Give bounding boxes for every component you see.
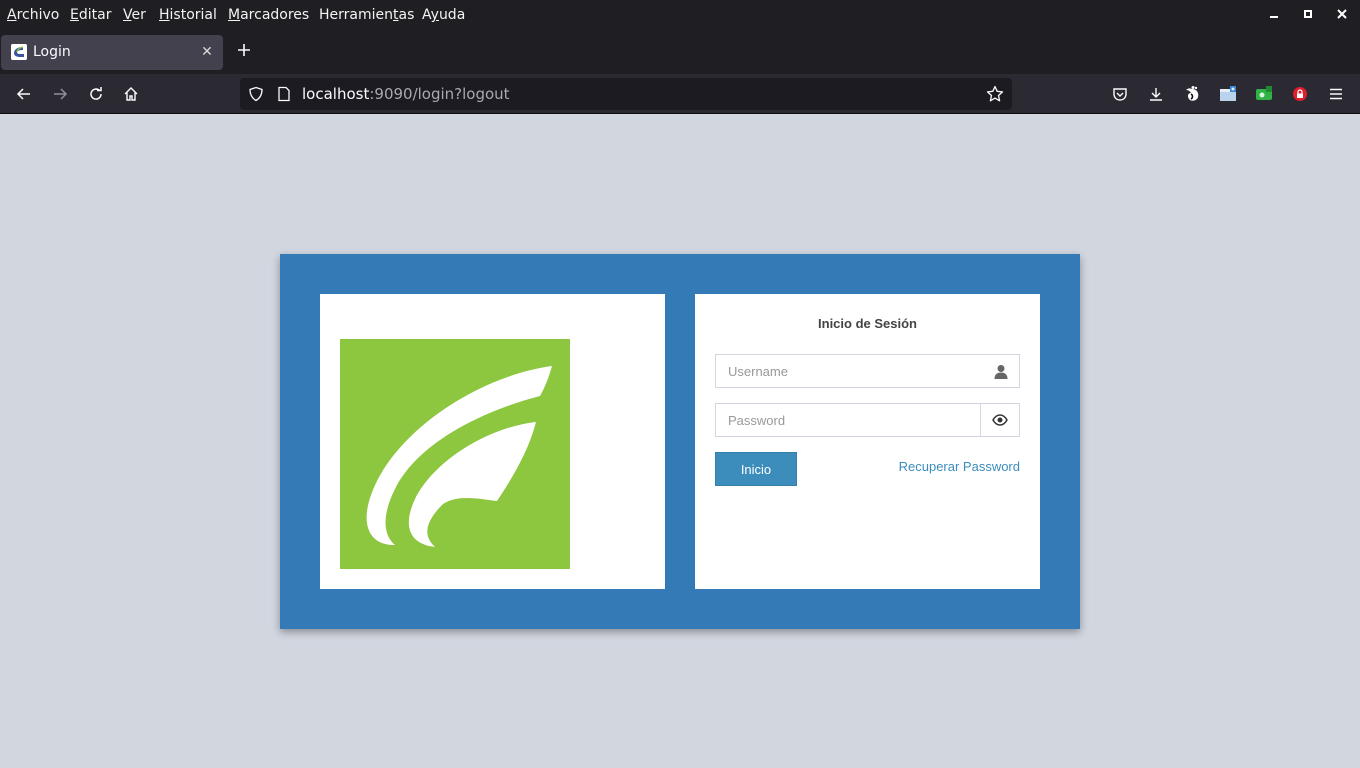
login-container: Inicio de Sesión Inicio Recuperar Passwo… (280, 254, 1080, 629)
shield-icon[interactable] (248, 86, 264, 102)
arrow-right-icon[interactable] (50, 84, 70, 104)
page-icon[interactable] (276, 86, 292, 102)
login-form-panel: Inicio de Sesión Inicio Recuperar Passwo… (695, 294, 1040, 589)
eye-icon[interactable] (980, 404, 1019, 436)
app-favicon-icon (11, 44, 27, 60)
hamburger-icon[interactable] (1326, 84, 1346, 104)
lock-extension-icon[interactable] (1290, 84, 1310, 104)
company-logo (340, 339, 570, 569)
star-icon[interactable] (986, 85, 1004, 103)
menu-ayuda[interactable]: Ayuda (422, 6, 465, 24)
navigation-bar: localhost:9090/login?logout (0, 74, 1360, 114)
url-text[interactable]: localhost:9090/login?logout (302, 85, 510, 103)
download-icon[interactable] (1146, 84, 1166, 104)
minimize-icon[interactable] (1266, 6, 1282, 22)
reload-icon[interactable] (86, 84, 106, 104)
user-icon (983, 355, 1019, 387)
pocket-icon[interactable] (1110, 84, 1130, 104)
menu-archivo[interactable]: Archivo (7, 6, 59, 24)
screenshot-extension-icon[interactable] (1218, 84, 1238, 104)
menu-herramientas[interactable]: Herramientas (319, 6, 414, 24)
logo-panel (320, 294, 665, 589)
url-bar[interactable]: localhost:9090/login?logout (240, 78, 1012, 110)
username-input[interactable] (716, 355, 986, 387)
gnome-extension-icon[interactable] (1182, 84, 1202, 104)
menu-ver[interactable]: Ver (123, 6, 146, 24)
password-input[interactable] (716, 404, 986, 436)
password-group (715, 403, 1020, 437)
login-button[interactable]: Inicio (715, 452, 797, 486)
tab-close-icon[interactable]: ✕ (199, 43, 215, 61)
tab-login[interactable]: Login ✕ (1, 35, 223, 70)
menu-marcadores[interactable]: Marcadores (228, 6, 309, 24)
tab-title: Login (33, 44, 71, 60)
arrow-left-icon[interactable] (14, 84, 34, 104)
maximize-icon[interactable] (1300, 6, 1316, 22)
home-icon[interactable] (121, 84, 141, 104)
close-window-icon[interactable] (1334, 6, 1350, 22)
menu-editar[interactable]: Editar (70, 6, 111, 24)
form-title: Inicio de Sesión (818, 316, 917, 331)
username-group (715, 354, 1020, 388)
recover-password-link[interactable]: Recuperar Password (899, 459, 1020, 474)
menu-bar: Archivo Editar Ver Historial Marcadores … (0, 0, 1360, 30)
new-tab-button[interactable] (234, 42, 254, 62)
menu-historial[interactable]: Historial (159, 6, 217, 24)
tab-strip: Login ✕ (0, 30, 1360, 74)
green-extension-icon[interactable] (1254, 84, 1274, 104)
